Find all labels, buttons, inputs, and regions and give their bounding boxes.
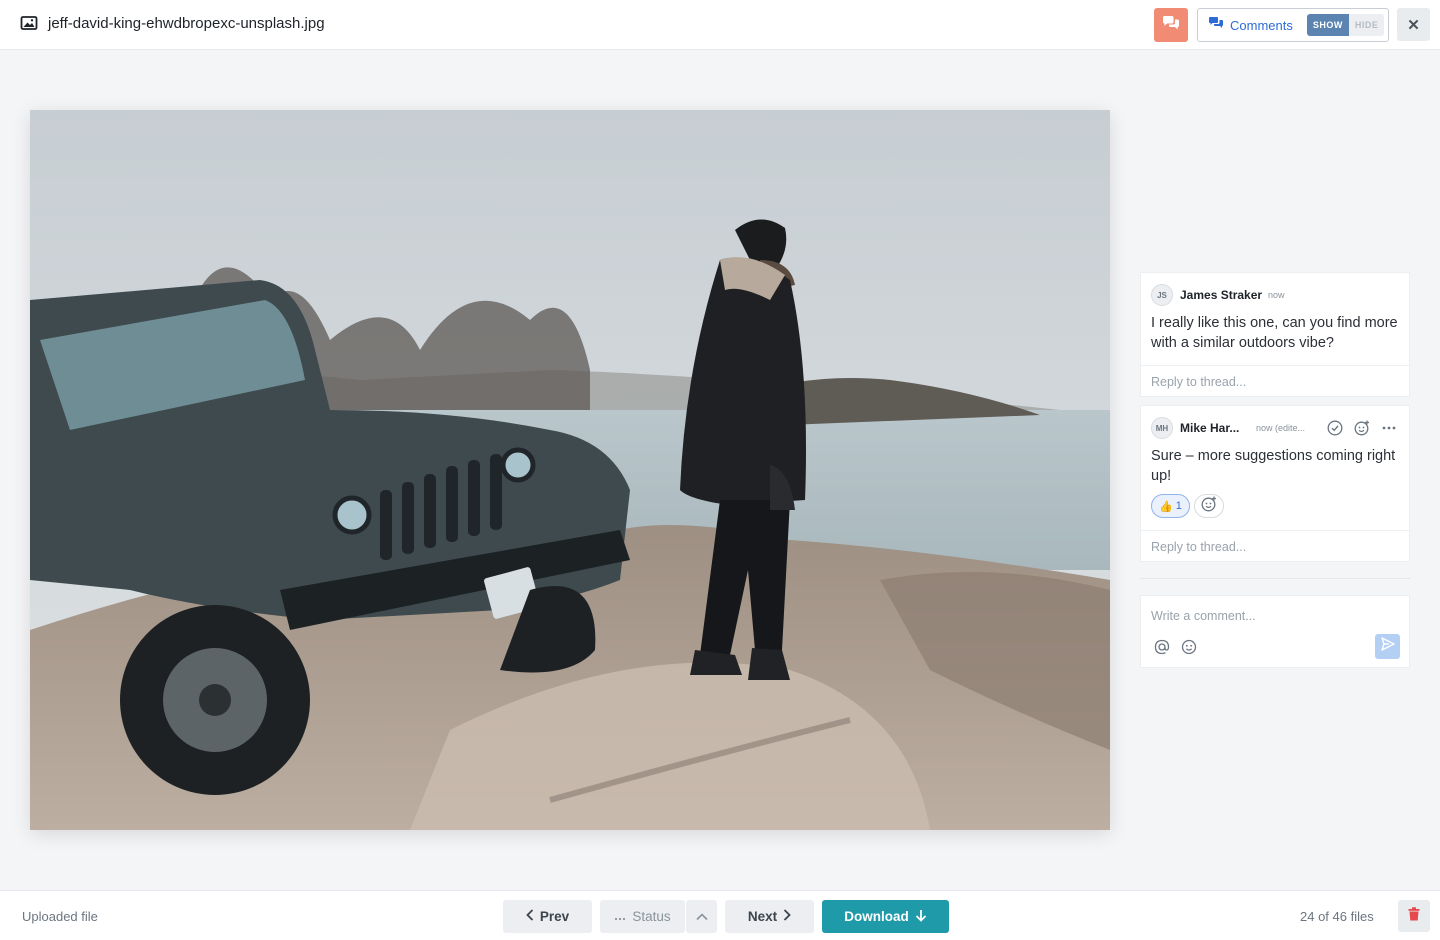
comment-composer[interactable]: Write a comment...	[1140, 595, 1410, 668]
trash-icon	[1408, 906, 1420, 926]
prev-button[interactable]: Prev	[503, 900, 592, 933]
add-reaction-icon[interactable]	[1354, 420, 1370, 436]
close-icon: ✕	[1407, 16, 1420, 34]
status-button[interactable]: Status	[600, 900, 685, 933]
thumbs-up-icon: 👍	[1159, 500, 1173, 513]
chevron-right-icon	[783, 909, 791, 924]
prev-label: Prev	[539, 909, 570, 924]
delete-button[interactable]	[1398, 900, 1430, 932]
comment-text: Sure – more suggestions coming right up!	[1151, 448, 1396, 484]
next-button[interactable]: Next	[725, 900, 814, 933]
comment-author: Mike Har...	[1180, 421, 1240, 435]
reaction-count: 1	[1175, 500, 1182, 512]
send-icon	[1380, 637, 1395, 656]
comments-toggle[interactable]: Comments SHOW HIDE	[1197, 8, 1389, 42]
arrow-down-icon	[915, 909, 927, 925]
comment-time: now (edite...	[1256, 423, 1306, 433]
file-counter: 24 of 46 files	[1300, 909, 1374, 924]
chat-bubbles-icon	[1162, 15, 1180, 36]
download-button[interactable]: Download	[822, 900, 949, 933]
comment-thread: MH Mike Har... now (edite... Sure – more…	[1140, 405, 1410, 562]
footer-bar: Uploaded file Prev Status Next Download …	[0, 890, 1440, 940]
avatar: MH	[1151, 417, 1173, 439]
status-label: Status	[632, 909, 671, 924]
comments-label: Comments	[1230, 17, 1293, 33]
send-button[interactable]	[1375, 634, 1400, 659]
divider	[1140, 578, 1410, 579]
chevron-up-icon	[695, 909, 708, 924]
comment-thread: JS James Straker now I really like this …	[1140, 272, 1410, 397]
hide-option[interactable]: HIDE	[1348, 14, 1385, 36]
comment-time: now	[1268, 290, 1285, 300]
chat-toggle-button[interactable]	[1154, 8, 1188, 42]
image-preview	[30, 110, 1110, 830]
comments-icon	[1208, 16, 1224, 35]
comment-author: James Straker	[1180, 288, 1263, 302]
next-label: Next	[747, 909, 778, 924]
image-file-icon	[20, 14, 38, 32]
show-option[interactable]: SHOW	[1306, 14, 1349, 36]
more-options-icon[interactable]	[1381, 420, 1397, 436]
file-name: jeff-david-king-ehwdbropexc-unsplash.jpg	[48, 14, 325, 32]
thumbs-up-reaction[interactable]: 👍 1	[1151, 494, 1190, 518]
file-title: jeff-david-king-ehwdbropexc-unsplash.jpg	[20, 14, 325, 32]
download-label: Download	[844, 909, 909, 924]
ellipsis-icon	[614, 909, 626, 924]
add-reaction-button[interactable]	[1194, 494, 1224, 518]
show-hide-switch: SHOW HIDE	[1306, 14, 1385, 36]
emoji-icon[interactable]	[1181, 639, 1197, 655]
mention-icon[interactable]	[1154, 639, 1170, 655]
avatar: JS	[1151, 284, 1173, 306]
smiley-plus-icon	[1201, 496, 1217, 517]
status-dropdown-toggle[interactable]	[686, 900, 717, 933]
close-button[interactable]: ✕	[1397, 8, 1430, 41]
resolve-check-icon[interactable]	[1327, 420, 1343, 436]
reply-input[interactable]: Reply to thread...	[1141, 530, 1409, 562]
comment-input[interactable]: Write a comment...	[1151, 609, 1256, 623]
uploaded-label: Uploaded file	[22, 909, 98, 924]
comment-text: I really like this one, can you find mor…	[1151, 315, 1398, 351]
top-bar: jeff-david-king-ehwdbropexc-unsplash.jpg…	[0, 0, 1440, 50]
chevron-left-icon	[526, 909, 534, 924]
reply-input[interactable]: Reply to thread...	[1141, 365, 1409, 397]
